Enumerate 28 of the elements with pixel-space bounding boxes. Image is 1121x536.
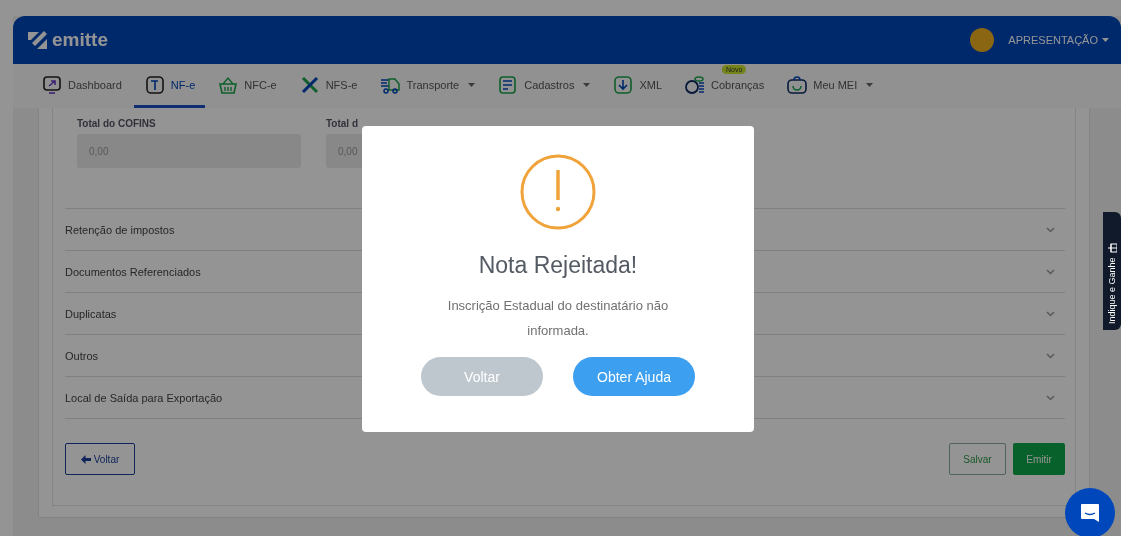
nav-tab[interactable]: NFS-e <box>288 64 368 108</box>
nav-tab[interactable]: Transporte <box>369 64 486 108</box>
warning-icon <box>520 154 596 230</box>
nav-tab[interactable]: NFC-e <box>207 64 287 108</box>
referral-tab[interactable]: Indique e Ganhe <box>1103 212 1121 330</box>
avatar[interactable] <box>970 28 995 52</box>
nav-tab[interactable]: Cadastros <box>487 64 601 108</box>
download-icon <box>612 73 635 96</box>
user-menu[interactable]: APRESENTAÇÃO <box>1008 34 1109 46</box>
nav-tab[interactable]: Dashboard <box>31 64 132 108</box>
chat-icon <box>1079 502 1101 524</box>
save-button[interactable]: Salvar <box>949 443 1006 475</box>
nav-tab[interactable]: Meu MEI <box>776 64 884 108</box>
caret-icon <box>1102 38 1109 42</box>
coins-icon <box>684 73 706 96</box>
dialog-title: Nota Rejeitada! <box>478 252 638 279</box>
bag-icon <box>786 73 809 96</box>
back-button[interactable]: Voltar <box>65 443 135 475</box>
help-button[interactable]: Obter Ajuda <box>573 357 695 396</box>
arrow-left-icon <box>80 454 91 464</box>
emit-button[interactable]: Emitir <box>1013 443 1065 475</box>
logo-text: emitte <box>52 29 108 51</box>
logo-icon <box>27 30 49 50</box>
document-icon <box>143 73 166 96</box>
dashboard-icon <box>41 73 63 96</box>
nav-tab[interactable]: XML <box>602 64 672 108</box>
field-label: Total do COFINS <box>77 118 157 129</box>
field-label: Total d <box>326 118 360 129</box>
